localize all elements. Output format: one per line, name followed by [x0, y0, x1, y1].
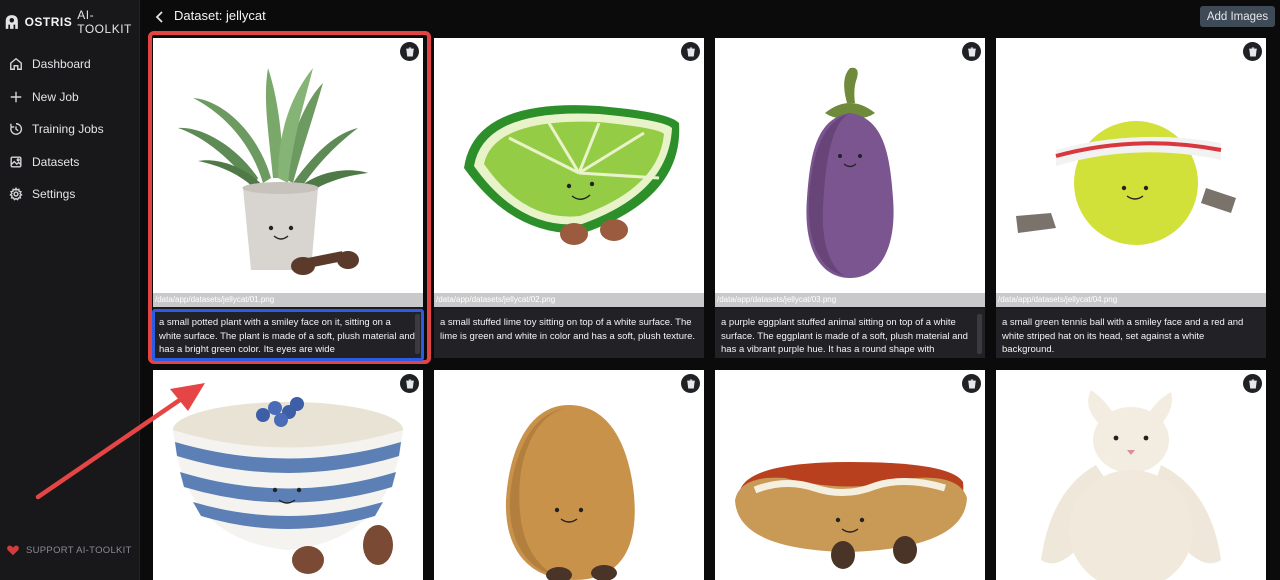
- bunny-toy-image: [1041, 390, 1221, 580]
- trash-icon: [686, 378, 695, 389]
- app-window: OSTRIS AI-TOOLKIT Dashboard New Job Trai…: [0, 0, 1280, 580]
- sidebar-item-label: Dashboard: [32, 57, 91, 72]
- image-card: /data/app/datasets/jellycat/03.png a pur…: [715, 38, 985, 358]
- dataset-image[interactable]: [996, 370, 1266, 580]
- image-card: /data/app/datasets/jellycat/01.png a sma…: [153, 38, 423, 358]
- sidebar-item-training-jobs[interactable]: Training Jobs: [0, 113, 140, 146]
- delete-image-button[interactable]: [400, 374, 419, 393]
- home-icon: [10, 58, 22, 71]
- delete-image-button[interactable]: [962, 374, 981, 393]
- image-card: [715, 370, 985, 580]
- image-path: /data/app/datasets/jellycat/04.png: [996, 293, 1266, 307]
- sidebar-item-label: Training Jobs: [32, 122, 104, 137]
- trash-icon: [405, 378, 414, 389]
- trash-icon: [967, 378, 976, 389]
- image-card: /data/app/datasets/jellycat/02.png a sma…: [434, 38, 704, 358]
- sidebar-item-label: Settings: [32, 187, 76, 202]
- sidebar: OSTRIS AI-TOOLKIT Dashboard New Job Trai…: [0, 0, 140, 580]
- dataset-image[interactable]: [996, 38, 1266, 293]
- delete-image-button[interactable]: [1243, 42, 1262, 61]
- add-images-button[interactable]: Add Images: [1200, 6, 1275, 27]
- brand-name-light: AI-TOOLKIT: [77, 8, 132, 36]
- caption-textarea[interactable]: a small green tennis ball with a smiley …: [996, 309, 1266, 358]
- brand-name-bold: OSTRIS: [24, 15, 73, 29]
- dataset-image[interactable]: [715, 38, 985, 293]
- image-path: /data/app/datasets/jellycat/02.png: [434, 293, 704, 307]
- sidebar-item-datasets[interactable]: Datasets: [0, 146, 140, 179]
- image-path: /data/app/datasets/jellycat/03.png: [715, 293, 985, 307]
- caption-scrollbar[interactable]: [977, 314, 982, 354]
- image-path: /data/app/datasets/jellycat/01.png: [153, 293, 423, 307]
- delete-image-button[interactable]: [681, 42, 700, 61]
- caption-textarea[interactable]: a purple eggplant stuffed animal sitting…: [715, 309, 985, 358]
- delete-image-button[interactable]: [681, 374, 700, 393]
- image-card: [996, 370, 1266, 580]
- gear-icon: [9, 187, 23, 201]
- image-grid: /data/app/datasets/jellycat/01.png a sma…: [153, 38, 1267, 580]
- image-card: [153, 370, 423, 580]
- potato-toy-image: [505, 405, 635, 580]
- delete-image-button[interactable]: [400, 42, 419, 61]
- dataset-image[interactable]: [715, 370, 985, 580]
- dataset-image[interactable]: [153, 38, 423, 293]
- delete-image-button[interactable]: [1243, 374, 1262, 393]
- trash-icon: [405, 46, 414, 57]
- sidebar-item-label: New Job: [32, 89, 79, 104]
- eggplant-toy-image: [806, 67, 894, 278]
- page-title: Dataset: jellycat: [174, 8, 266, 23]
- porridge-bowl-toy-image: [173, 397, 403, 574]
- caption-scrollbar[interactable]: [415, 314, 420, 354]
- image-card: [434, 370, 704, 580]
- sidebar-item-settings[interactable]: Settings: [0, 178, 140, 211]
- training-icon: [10, 123, 23, 136]
- back-chevron-icon[interactable]: [154, 10, 166, 24]
- trash-icon: [1248, 46, 1257, 57]
- image-card: /data/app/datasets/jellycat/04.png a sma…: [996, 38, 1266, 358]
- caption-textarea[interactable]: a small potted plant with a smiley face …: [153, 309, 423, 358]
- dataset-image[interactable]: [434, 370, 704, 580]
- brand[interactable]: OSTRIS AI-TOOLKIT: [4, 8, 139, 36]
- tennis-ball-toy-image: [1016, 121, 1236, 245]
- support-link[interactable]: SUPPORT AI-TOOLKIT: [6, 543, 132, 557]
- heart-icon: [7, 545, 19, 556]
- trash-icon: [967, 46, 976, 57]
- sidebar-item-new-job[interactable]: New Job: [0, 81, 140, 114]
- sidebar-nav: Dashboard New Job Training Jobs Datasets…: [0, 48, 140, 211]
- dataset-image[interactable]: [153, 370, 423, 580]
- dataset-image[interactable]: [434, 38, 704, 293]
- lime-toy-image: [464, 105, 680, 245]
- support-label: SUPPORT AI-TOOLKIT: [26, 544, 132, 556]
- ostris-logo-icon: [5, 15, 18, 29]
- plant-toy-image: [178, 68, 368, 275]
- hotdog-toy-image: [735, 462, 967, 569]
- delete-image-button[interactable]: [962, 42, 981, 61]
- top-bar: Dataset: jellycat Add Images: [140, 0, 1280, 34]
- sidebar-item-dashboard[interactable]: Dashboard: [0, 48, 140, 81]
- images-icon: [10, 156, 22, 168]
- trash-icon: [686, 46, 695, 57]
- caption-textarea[interactable]: a small stuffed lime toy sitting on top …: [434, 309, 704, 358]
- trash-icon: [1248, 378, 1257, 389]
- plus-icon: [10, 91, 22, 102]
- sidebar-item-label: Datasets: [32, 154, 80, 169]
